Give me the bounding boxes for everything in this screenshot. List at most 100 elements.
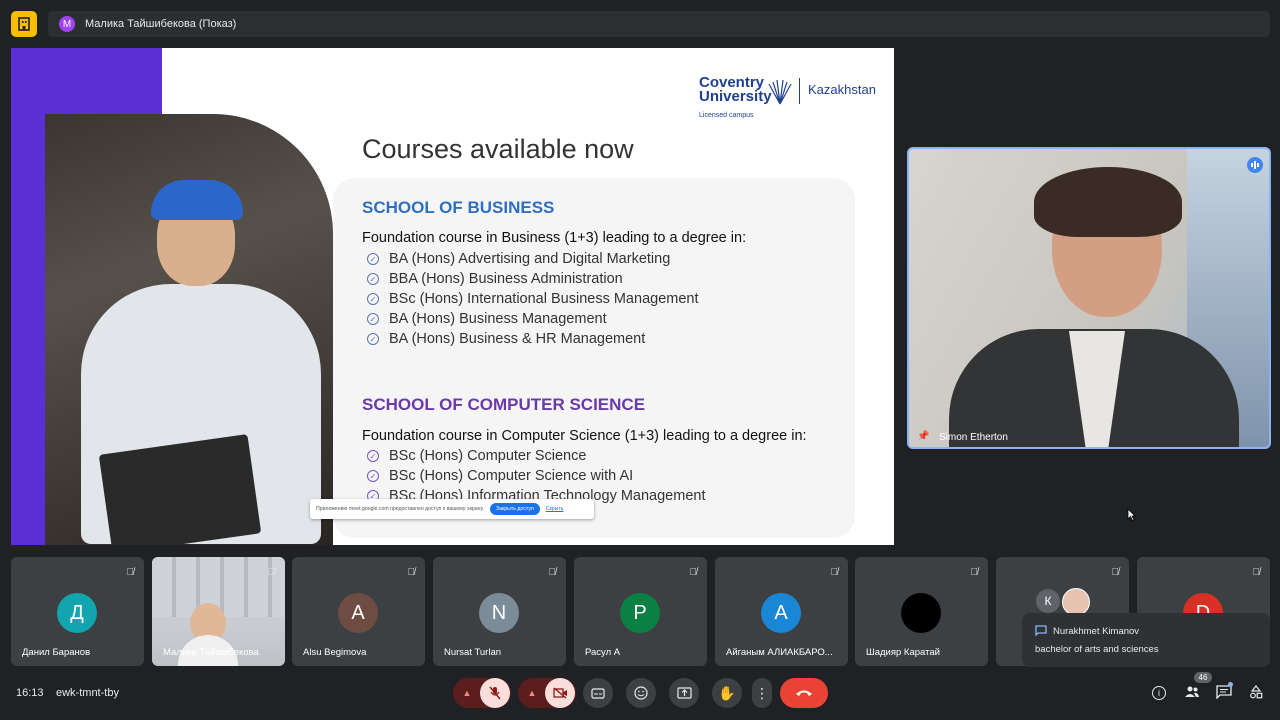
- active-speaker-tile[interactable]: 📌 Simon Etherton: [907, 147, 1271, 449]
- presenter-banner: М Малика Тайшибекова (Показ): [48, 11, 1270, 37]
- participant-name: Айганым АЛИАКБАРО...: [726, 647, 833, 658]
- mic-off-icon: 🎙̸: [1111, 567, 1120, 578]
- share-banner-text: Приложению meet.google.com предоставлен …: [316, 506, 484, 512]
- participant-avatar: A: [338, 593, 378, 633]
- course-item: ✓ BA (Hons) Business & HR Management: [367, 329, 699, 349]
- camera-options-chevron-icon[interactable]: ▲: [519, 688, 545, 698]
- speaking-indicator-icon: [1247, 157, 1263, 173]
- course-item: ✓ BA (Hons) Business Management: [367, 309, 699, 329]
- presenter-label: Малика Тайшибекова (Показ): [85, 18, 237, 30]
- mic-off-icon: 🎙̸: [407, 567, 416, 578]
- mic-off-icon: 🎙̸: [126, 567, 135, 578]
- activities-button[interactable]: [1249, 685, 1263, 704]
- mic-off-icon: [489, 686, 501, 700]
- participant-name: Alsu Begimova: [303, 647, 367, 658]
- present-screen-button[interactable]: [669, 678, 699, 708]
- unread-dot: [1228, 682, 1233, 687]
- hang-up-icon: [796, 690, 812, 696]
- participant-tile[interactable]: 🎙̸ Д Данил Баранов: [11, 557, 144, 666]
- app-logo[interactable]: [11, 11, 37, 37]
- chat-button[interactable]: [1216, 685, 1232, 704]
- school-intro: Foundation course in Business (1+3) lead…: [362, 230, 747, 246]
- screen-share-banner: Приложению meet.google.com предоставлен …: [310, 499, 594, 519]
- participant-tile[interactable]: 🎙̸ А Айганым АЛИАКБАРО...: [715, 557, 848, 666]
- raise-hand-button[interactable]: ✋: [712, 678, 742, 708]
- captions-button[interactable]: [583, 678, 613, 708]
- check-circle-icon: ✓: [367, 313, 379, 325]
- course-list: ✓ BSc (Hons) Computer Science ✓ BSc (Hons)…: [367, 446, 705, 506]
- presenter-avatar: М: [59, 16, 75, 32]
- participant-avatar: К: [1036, 589, 1060, 613]
- reactions-button[interactable]: [626, 678, 656, 708]
- participant-tile[interactable]: 🎙̸ A Alsu Begimova: [292, 557, 425, 666]
- mic-off-icon: 🎙̸: [830, 567, 839, 578]
- course-item: ✓ BSc (Hons) Computer Science with AI: [367, 466, 705, 486]
- pin-icon[interactable]: 📌: [917, 431, 929, 442]
- participant-avatar: А: [761, 593, 801, 633]
- check-circle-icon: ✓: [367, 333, 379, 345]
- mic-off-icon: 🎙̸: [1252, 567, 1261, 578]
- captions-icon: [591, 687, 605, 699]
- more-vert-icon: ⋮: [755, 685, 769, 701]
- participant-tile[interactable]: 🎙̸ Р Расул А: [574, 557, 707, 666]
- shared-screen: Coventry University Kazakhstan Licensed …: [11, 48, 894, 545]
- emoji-icon: [634, 686, 648, 700]
- participant-avatar: Р: [620, 593, 660, 633]
- mic-off-icon: 🎙̸: [970, 567, 979, 578]
- check-circle-icon: ✓: [367, 470, 379, 482]
- course-item: ✓ BSc (Hons) International Business Manag…: [367, 289, 699, 309]
- chat-notification[interactable]: Nurakhmet Kimanov bachelor of arts and s…: [1022, 613, 1270, 667]
- chat-message: bachelor of arts and sciences: [1035, 644, 1159, 655]
- hide-banner-link[interactable]: Скрыть: [546, 506, 564, 512]
- check-circle-icon: ✓: [367, 273, 379, 285]
- eagle-emblem-icon: [768, 79, 792, 105]
- check-circle-icon: ✓: [367, 293, 379, 305]
- camera-control: ▲: [518, 678, 576, 708]
- participant-name: Малика Тайшибекова: [163, 647, 259, 658]
- participant-tile[interactable]: 🎙̸ Шадияр Каратай: [855, 557, 988, 666]
- participant-tile[interactable]: 🎙̸ N Nursat Turlan: [433, 557, 566, 666]
- meeting-info-icon[interactable]: i: [1152, 686, 1166, 700]
- participant-avatar: Д: [57, 593, 97, 633]
- mouse-cursor-icon: [1127, 508, 1136, 521]
- slide-title: Courses available now: [362, 134, 634, 164]
- mic-toggle-button[interactable]: [480, 678, 510, 708]
- chat-sender: Nurakhmet Kimanov: [1053, 626, 1140, 637]
- mic-off-icon: 🎙̸: [689, 567, 698, 578]
- participant-count-badge: 46: [1194, 672, 1212, 683]
- more-options-button[interactable]: ⋮: [752, 678, 772, 708]
- camera-toggle-button[interactable]: [545, 678, 575, 708]
- check-circle-icon: ✓: [367, 450, 379, 462]
- participant-name: Nursat Turlan: [444, 647, 502, 658]
- participant-name: Шадияр Каратай: [866, 647, 940, 658]
- coventry-logo: Coventry University: [699, 74, 772, 105]
- mic-options-chevron-icon[interactable]: ▲: [454, 688, 480, 698]
- mic-off-icon: 🎙̸: [267, 567, 276, 578]
- participant-avatar: N: [479, 593, 519, 633]
- logo-tagline: Licensed campus: [699, 112, 754, 119]
- leave-call-button[interactable]: [780, 678, 828, 708]
- shapes-icon: [1250, 685, 1263, 699]
- participant-name: Данил Баранов: [22, 647, 91, 658]
- people-button[interactable]: [1184, 685, 1200, 704]
- stop-sharing-button[interactable]: Закрыть доступ: [489, 503, 540, 515]
- camera-off-icon: [552, 687, 567, 699]
- participant-tile[interactable]: 🎙̸ Малика Тайшибекова: [152, 557, 285, 666]
- speaker-name: Simon Etherton: [939, 432, 1008, 443]
- course-item: ✓ BA (Hons) Advertising and Digital Marke…: [367, 249, 699, 269]
- chat-bubble-icon: [1035, 625, 1047, 636]
- mic-control: ▲: [453, 678, 511, 708]
- school-heading: SCHOOL OF COMPUTER SCIENCE: [362, 395, 646, 414]
- present-icon: [676, 687, 692, 699]
- logo-region: Kazakhstan: [808, 82, 876, 97]
- building-icon: [18, 17, 30, 31]
- school-intro: Foundation course in Computer Science (1…: [362, 428, 807, 444]
- meeting-time: 16:13: [16, 687, 44, 699]
- participant-avatar: [901, 593, 941, 633]
- hand-icon: ✋: [718, 684, 736, 701]
- check-circle-icon: ✓: [367, 253, 379, 265]
- meeting-code: ewk-tmnt-tby: [56, 687, 119, 699]
- people-icon: [1185, 686, 1199, 697]
- course-list: ✓ BA (Hons) Advertising and Digital Marke…: [367, 249, 699, 349]
- participant-name: Расул А: [585, 647, 621, 658]
